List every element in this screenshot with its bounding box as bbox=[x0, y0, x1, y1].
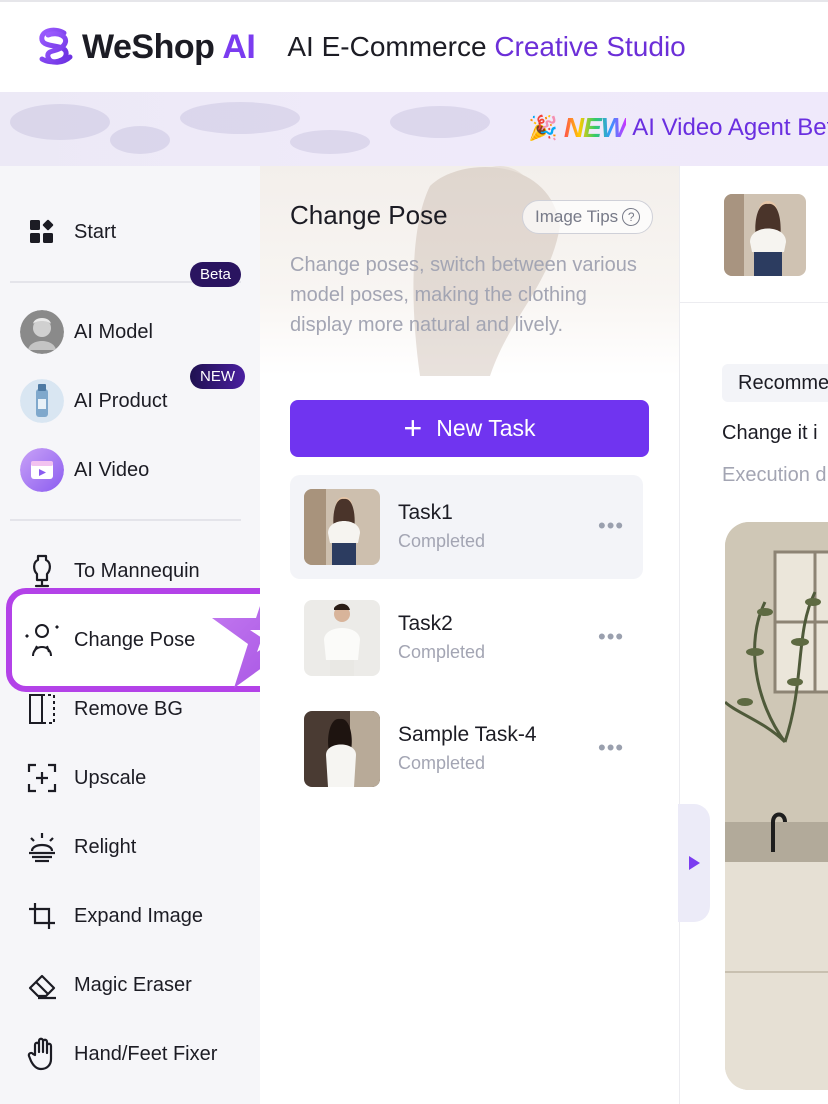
remove-bg-icon bbox=[20, 687, 64, 731]
task-name: Sample Task-4 bbox=[398, 723, 537, 746]
collapse-panel-toggle[interactable] bbox=[678, 804, 710, 922]
sidebar-item-upscale[interactable]: Upscale bbox=[20, 756, 146, 800]
sidebar-item-remove-bg[interactable]: Remove BG bbox=[20, 687, 183, 731]
sidebar-item-label: Hand/Feet Fixer bbox=[74, 1042, 218, 1065]
banner-text: AI Video Agent Bet bbox=[632, 114, 828, 141]
beta-badge: Beta bbox=[190, 262, 241, 287]
hand-icon bbox=[20, 1032, 64, 1076]
task-status: Completed bbox=[398, 642, 486, 662]
page-title: AI E-Commerce Creative Studio bbox=[287, 31, 686, 62]
statue-avatar bbox=[20, 310, 64, 354]
video-avatar bbox=[20, 448, 64, 492]
sidebar-item-label: To Mannequin bbox=[74, 559, 200, 582]
mannequin-icon bbox=[20, 549, 64, 593]
new-task-label: New Task bbox=[436, 415, 536, 441]
banner-new-tag: NEW bbox=[563, 112, 627, 143]
new-task-button[interactable]: + New Task bbox=[290, 400, 649, 457]
party-popper-icon: 🎉 bbox=[528, 114, 558, 142]
execution-text: Execution d bbox=[722, 464, 827, 486]
sidebar-divider bbox=[10, 519, 241, 521]
sidebar-item-label: AI Model bbox=[74, 320, 153, 343]
panel-description: Change poses, switch between various mod… bbox=[290, 254, 637, 336]
task-item[interactable]: Sample Task-4 Completed ••• bbox=[290, 697, 643, 801]
more-options-icon[interactable]: ••• bbox=[598, 735, 624, 761]
sidebar-item-label: Relight bbox=[74, 835, 137, 858]
new-badge: NEW bbox=[190, 364, 245, 389]
sidebar-item-label: Magic Eraser bbox=[74, 973, 192, 996]
sidebar-item-magic-eraser[interactable]: Magic Eraser bbox=[20, 963, 192, 1007]
panel-title: Change Pose bbox=[290, 200, 448, 230]
sidebar-item-label: AI Video bbox=[74, 458, 150, 481]
top-header: WeShop AI AI E-Commerce Creative Studio bbox=[0, 0, 828, 92]
sidebar-item-ai-model[interactable]: AI Model bbox=[20, 310, 153, 354]
image-tips-label: Image Tips bbox=[535, 207, 619, 226]
task-item[interactable]: Task1 Completed ••• bbox=[290, 475, 643, 579]
sidebar-item-to-mannequin[interactable]: To Mannequin bbox=[20, 549, 200, 593]
logo-text: WeShop AI bbox=[82, 27, 256, 66]
sidebar-item-relight[interactable]: Relight bbox=[20, 825, 136, 869]
task-name: Task1 bbox=[398, 501, 453, 524]
sidebar-item-ai-video[interactable]: AI Video bbox=[20, 448, 149, 492]
eraser-icon bbox=[20, 963, 64, 1007]
result-image[interactable] bbox=[725, 522, 828, 1090]
sidebar-item-label: AI Product bbox=[74, 389, 168, 412]
banner-content: 🎉 NEW AI Video Agent Bet bbox=[528, 112, 828, 144]
task-thumbnail bbox=[304, 600, 380, 676]
sidebar-item-label: Start bbox=[74, 220, 117, 243]
play-arrow-icon bbox=[688, 856, 700, 870]
world-map-decoration bbox=[10, 102, 490, 154]
result-divider bbox=[680, 302, 828, 303]
sidebar-item-hand-feet-fixer[interactable]: Hand/Feet Fixer bbox=[20, 1032, 217, 1076]
weshop-logo[interactable]: WeShop AI bbox=[34, 27, 256, 67]
plus-icon: + bbox=[403, 410, 423, 446]
sidebar-item-ai-product[interactable]: AI Product bbox=[20, 379, 167, 423]
sidebar-item-start[interactable]: Start bbox=[20, 210, 116, 254]
sidebar-item-change-pose[interactable]: Change Pose bbox=[20, 618, 195, 662]
more-options-icon[interactable]: ••• bbox=[598, 513, 624, 539]
task-thumbnail bbox=[304, 711, 380, 787]
announcement-banner[interactable]: 🎉 NEW AI Video Agent Bet bbox=[0, 92, 828, 166]
task-panel: Change Pose Image Tips ? Change poses, s… bbox=[260, 166, 680, 1104]
task-status: Completed bbox=[398, 753, 486, 773]
sidebar-item-label: Change Pose bbox=[74, 628, 196, 651]
image-tips-button[interactable]: Image Tips ? bbox=[522, 200, 654, 234]
instruction-text: Change it i bbox=[722, 422, 818, 444]
task-thumbnail bbox=[304, 489, 380, 565]
crop-icon bbox=[20, 894, 64, 938]
grid-icon bbox=[20, 210, 64, 254]
sidebar-item-expand-image[interactable]: Expand Image bbox=[20, 894, 203, 938]
more-options-icon[interactable]: ••• bbox=[598, 624, 624, 650]
sidebar-item-label: Remove BG bbox=[74, 697, 183, 720]
recommend-tag[interactable]: Recommen bbox=[722, 364, 828, 402]
logo-mark-icon bbox=[39, 27, 73, 65]
sidebar-item-label: Expand Image bbox=[74, 904, 203, 927]
task-status: Completed bbox=[398, 531, 486, 551]
relight-icon bbox=[20, 825, 64, 869]
task-name: Task2 bbox=[398, 612, 453, 635]
task-item[interactable]: Task2 Completed ••• bbox=[290, 586, 643, 690]
sidebar-item-label: Upscale bbox=[74, 766, 147, 789]
bottle-avatar bbox=[20, 379, 64, 423]
pose-icon bbox=[20, 618, 64, 662]
question-icon: ? bbox=[622, 208, 641, 226]
result-panel: Recommen Change it i Execution d bbox=[680, 166, 828, 1104]
upscale-icon bbox=[20, 756, 64, 800]
source-image-thumbnail[interactable] bbox=[724, 194, 806, 276]
